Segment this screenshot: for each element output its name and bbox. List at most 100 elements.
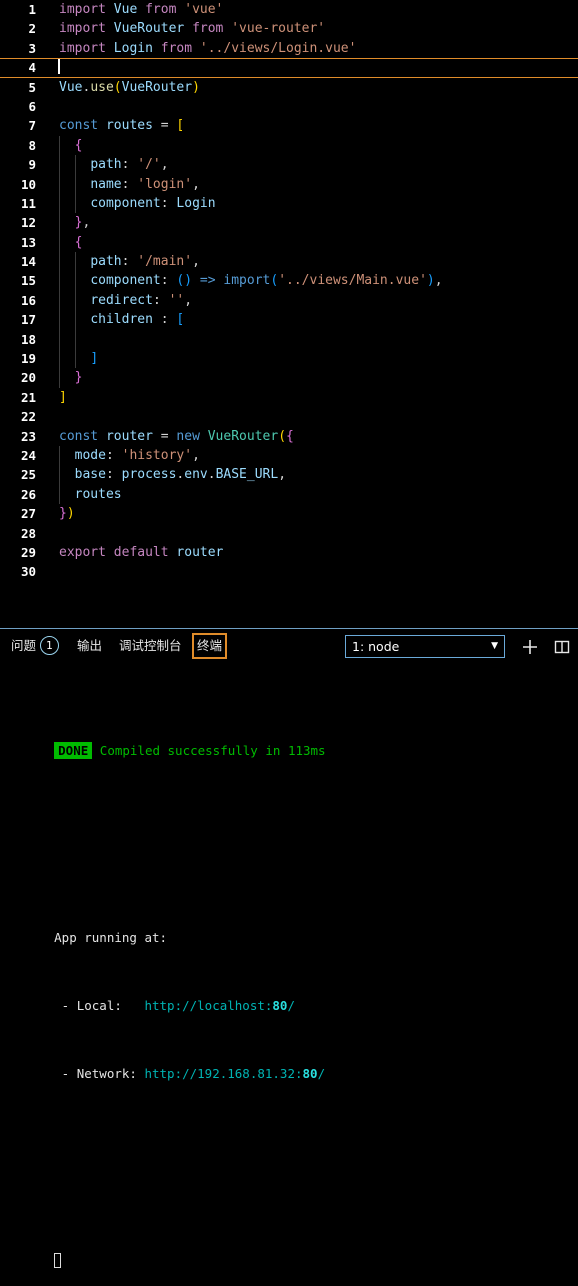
code-line[interactable]: 24 mode: 'history', <box>0 445 578 466</box>
tab-debug-console[interactable]: 调试控制台 <box>116 633 185 659</box>
network-url-tail[interactable]: / <box>318 1066 326 1081</box>
terminal-instance-select[interactable]: 1: node ▼ <box>345 635 505 658</box>
local-url[interactable]: http://localhost: <box>144 998 272 1013</box>
code-line[interactable]: 25 base: process.env.BASE_URL, <box>0 465 578 485</box>
code-line[interactable]: 11 component: Login <box>0 193 578 214</box>
terminal-blank-line-3 <box>0 1116 578 1133</box>
code-token: = <box>160 428 169 444</box>
code-line[interactable]: 27}) <box>0 504 578 523</box>
code-token: BASE_URL <box>215 467 279 483</box>
code-token: [ <box>176 118 185 134</box>
code-token: [ <box>176 312 185 328</box>
code-line[interactable]: 1 import Vue from 'vue' <box>0 0 578 19</box>
code-token: : <box>121 176 138 192</box>
code-token: ] <box>59 389 67 405</box>
code-line[interactable]: 4 <box>0 58 578 78</box>
network-url[interactable]: http://192.168.81.32: <box>144 1066 302 1081</box>
code-token: router <box>105 428 153 444</box>
code-line[interactable]: 15 component: () => import('../views/Mai… <box>0 271 578 291</box>
code-token: default <box>113 544 169 560</box>
line-number: 11 <box>20 195 36 211</box>
new-terminal-button[interactable] <box>519 636 541 658</box>
code-line[interactable]: 14 path: '/main', <box>0 252 578 272</box>
code-line[interactable]: 28 <box>0 524 578 543</box>
code-token: from <box>160 40 193 56</box>
terminal-blank-line-2 <box>0 844 578 861</box>
code-token: 'vue-router' <box>231 21 326 37</box>
code-line[interactable]: 12 }, <box>0 213 578 233</box>
terminal-prompt-line[interactable] <box>0 1235 578 1268</box>
line-number: 25 <box>20 467 36 483</box>
local-url-tail[interactable]: / <box>287 998 295 1013</box>
code-token: '' <box>168 292 185 308</box>
code-token: ] <box>90 351 99 367</box>
local-url-port[interactable]: 80 <box>272 998 287 1013</box>
code-token: '../views/Main.vue' <box>278 273 427 289</box>
code-token: VueRouter <box>121 79 193 95</box>
code-line[interactable]: 26 routes <box>0 484 578 505</box>
code-token: Login <box>113 40 153 56</box>
code-token: path <box>90 157 122 173</box>
network-url-port[interactable]: 80 <box>303 1066 318 1081</box>
tab-terminal[interactable]: 终端 <box>192 633 228 659</box>
terminal-output[interactable]: DONE Compiled successfully in 113ms App … <box>0 665 578 1268</box>
code-text: mode: 'history', <box>59 446 200 465</box>
code-editor[interactable]: 1 import Vue from 'vue' 2 import VueRouter … <box>0 0 578 628</box>
tab-problems[interactable]: 问题 <box>8 633 39 659</box>
code-line[interactable]: 6 <box>0 97 578 116</box>
code-line[interactable]: 13 { <box>0 232 578 253</box>
line-number: 6 <box>28 98 36 114</box>
code-line[interactable]: 21] <box>0 388 578 407</box>
done-status-badge: DONE <box>54 742 93 759</box>
tab-output[interactable]: 输出 <box>74 633 105 659</box>
code-token: ( <box>113 79 122 95</box>
code-line[interactable]: 9 path: '/', <box>0 155 578 175</box>
code-text: base: process.env.BASE_URL, <box>59 465 286 484</box>
code-line[interactable]: 7 const routes = [ <box>0 116 578 135</box>
code-token: ) <box>66 506 75 522</box>
code-line[interactable]: 30 <box>0 562 578 581</box>
code-line[interactable]: 2 import VueRouter from 'vue-router' <box>0 19 578 38</box>
code-line[interactable]: 18 <box>0 329 578 350</box>
code-token: => <box>199 273 216 289</box>
code-token: { <box>286 428 294 444</box>
code-line[interactable]: 8 { <box>0 135 578 156</box>
code-line[interactable]: 16 redirect: '', <box>0 290 578 311</box>
line-number: 5 <box>28 79 36 95</box>
code-text: path: '/', <box>59 155 168 174</box>
code-line-list[interactable]: 1 import Vue from 'vue' 2 import VueRouter … <box>0 0 578 582</box>
code-text: const routes = [ <box>59 116 184 135</box>
code-line[interactable]: 10 name: 'login', <box>0 174 578 194</box>
code-line[interactable]: 23 const router = new VueRouter({ <box>0 427 578 446</box>
code-token: , <box>184 292 193 308</box>
code-token: } <box>74 370 83 386</box>
line-number: 27 <box>20 506 36 522</box>
code-text: ] <box>59 388 67 407</box>
code-line[interactable]: 19 ] <box>0 349 578 369</box>
code-token: import <box>59 21 106 37</box>
code-token: : <box>105 467 122 483</box>
code-line[interactable]: 29 export default router <box>0 543 578 562</box>
code-text: import Login from '../views/Login.vue' <box>59 39 356 58</box>
code-line[interactable]: 20 } <box>0 368 578 388</box>
code-text: import Vue from 'vue' <box>59 0 223 19</box>
code-token: process <box>121 467 177 483</box>
code-line[interactable]: 5 Vue.use(VueRouter) <box>0 78 578 97</box>
code-token: '/' <box>137 157 161 173</box>
line-number: 14 <box>20 254 36 270</box>
line-number: 21 <box>20 389 36 405</box>
code-line[interactable]: 3 import Login from '../views/Login.vue' <box>0 39 578 58</box>
code-line[interactable]: 17 children : [ <box>0 310 578 330</box>
split-terminal-icon[interactable] <box>551 636 573 658</box>
line-number: 15 <box>20 273 36 289</box>
code-token: from <box>145 2 177 17</box>
code-line[interactable]: 22 <box>0 407 578 426</box>
